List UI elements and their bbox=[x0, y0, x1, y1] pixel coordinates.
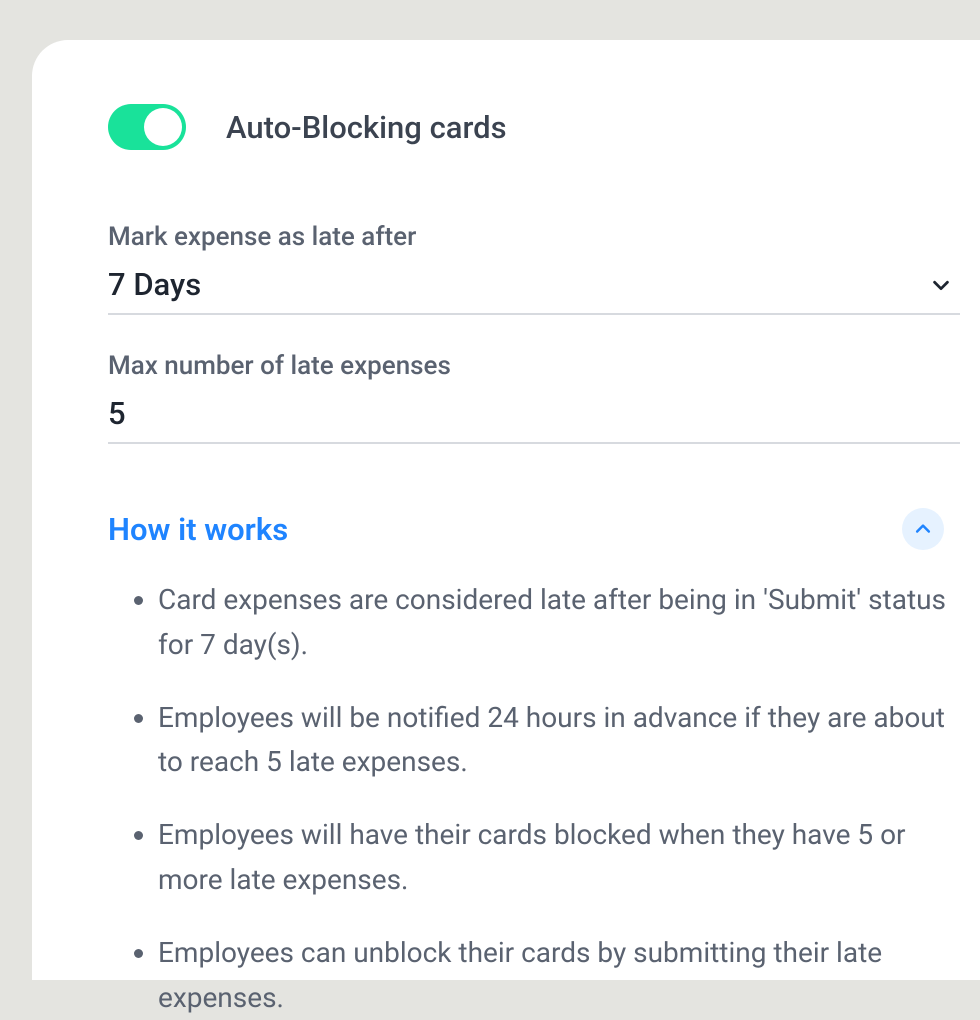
how-it-works-list: Card expenses are considered late after … bbox=[108, 578, 960, 1020]
max-late-label: Max number of late expenses bbox=[108, 351, 960, 381]
auto-blocking-title: Auto-Blocking cards bbox=[226, 109, 507, 146]
max-late-input-row bbox=[108, 395, 960, 444]
chevron-up-icon bbox=[902, 508, 944, 550]
late-after-label: Mark expense as late after bbox=[108, 222, 960, 252]
auto-blocking-toggle-row: Auto-Blocking cards bbox=[108, 104, 960, 150]
chevron-down-icon bbox=[930, 274, 952, 296]
late-after-field: Mark expense as late after 7 Days bbox=[108, 222, 960, 315]
late-after-select[interactable]: 7 Days bbox=[108, 266, 960, 315]
list-item: Card expenses are considered late after … bbox=[158, 578, 950, 668]
toggle-knob bbox=[144, 108, 182, 146]
list-item: Employees will have their cards blocked … bbox=[158, 813, 950, 903]
max-late-field: Max number of late expenses bbox=[108, 351, 960, 444]
list-item: Employees can unblock their cards by sub… bbox=[158, 931, 950, 1020]
max-late-input[interactable] bbox=[108, 395, 960, 432]
settings-card: Auto-Blocking cards Mark expense as late… bbox=[32, 40, 980, 980]
late-after-value: 7 Days bbox=[108, 266, 201, 303]
auto-blocking-toggle[interactable] bbox=[108, 104, 186, 150]
list-item: Employees will be notified 24 hours in a… bbox=[158, 696, 950, 786]
how-it-works-toggle[interactable]: How it works bbox=[108, 508, 960, 550]
how-it-works-title: How it works bbox=[108, 511, 288, 548]
